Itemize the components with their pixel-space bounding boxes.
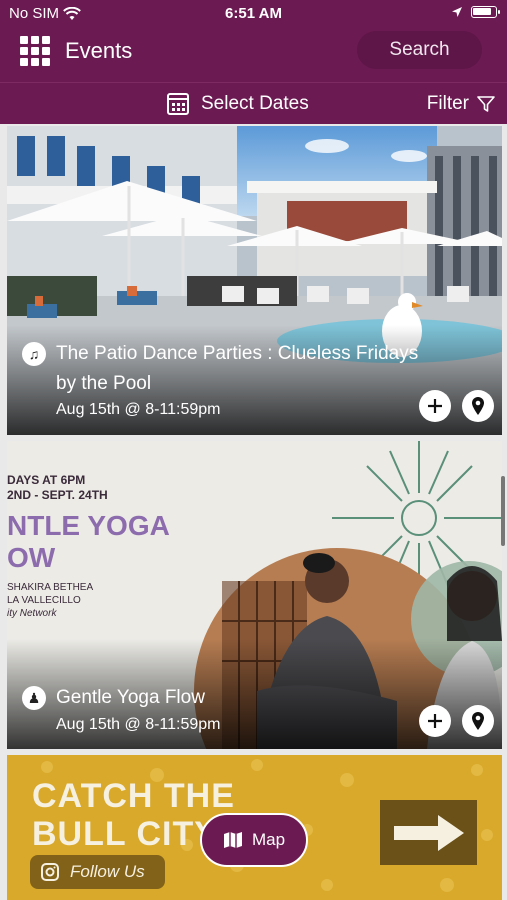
event-card[interactable]: ♫ The Patio Dance Parties : Clueless Fri… [7,126,502,435]
event-title[interactable]: Gentle Yoga Flow [56,683,436,713]
app-header: No SIM 6:51 AM Events Search Select Date… [0,0,507,124]
event-location-button[interactable] [462,705,494,737]
clock: 6:51 AM [225,5,282,22]
poster-headline: OW [7,542,56,573]
search-button[interactable]: Search [357,31,482,69]
page-title: Events [65,38,133,63]
arrow-right-icon [393,814,464,851]
map-pin-icon [472,712,484,730]
arrow-graphic [380,800,477,865]
select-dates-button[interactable]: Select Dates [167,93,309,115]
event-location-button[interactable] [462,390,494,422]
battery-icon [471,6,500,18]
poster-line: ity Network [7,608,57,619]
select-dates-label: Select Dates [201,93,309,114]
scrollbar[interactable] [501,476,505,546]
status-bar: No SIM 6:51 AM [0,0,507,28]
poster-line: DAYS AT 6PM [7,473,86,487]
map-pin-icon [472,397,484,415]
instagram-icon [41,863,59,881]
event-date: Aug 15th @ 8-11:59pm [56,716,221,733]
poster-line: CATCH THE [32,777,235,815]
filter-label: Filter [426,93,469,114]
poster-line: LA VALLECILLO [7,595,81,606]
poster-headline: NTLE YOGA [7,510,170,541]
location-arrow-icon [452,7,462,17]
menu-grid-icon[interactable] [20,36,50,66]
map-label: Map [251,830,286,849]
status-right [451,6,500,18]
poster-line: SHAKIRA BETHEA [7,582,94,593]
event-card[interactable]: DAYS AT 6PM 2ND - SEPT. 24TH NTLE YOGA O… [7,441,502,749]
plus-icon [428,714,442,728]
add-event-button[interactable] [419,390,451,422]
filter-button[interactable]: Filter [427,93,495,115]
map-icon [223,832,242,848]
plus-icon [428,399,442,413]
funnel-icon [477,96,495,112]
filter-bar: Select Dates Filter [0,82,507,124]
calendar-icon [167,93,189,115]
add-event-button[interactable] [419,705,451,737]
map-button[interactable]: Map [200,813,308,867]
follow-label: Follow Us [70,862,145,881]
event-title[interactable]: The Patio Dance Parties : Clueless Frida… [56,339,436,399]
follow-us-badge: Follow Us [30,855,165,889]
guitar-icon: ♫ [22,342,46,366]
people-icon: ♟ [22,686,46,710]
event-date: Aug 15th @ 8-11:59pm [56,401,221,418]
poster-line: 2ND - SEPT. 24TH [7,488,108,502]
poster-text: DAYS AT 6PM 2ND - SEPT. 24TH NTLE YOGA O… [7,473,170,620]
